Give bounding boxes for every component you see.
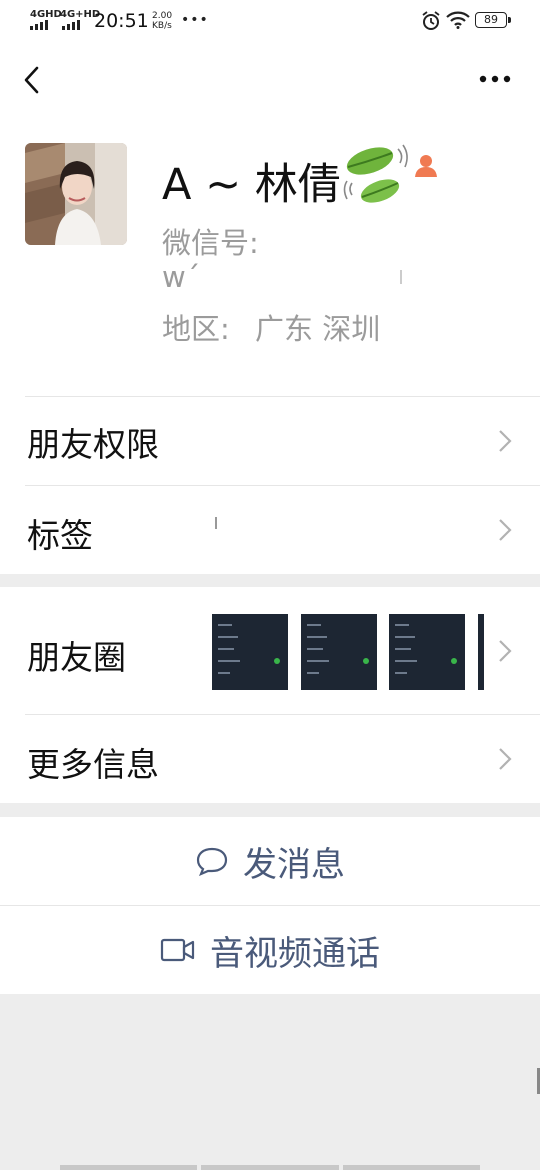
signal-icon <box>30 20 48 30</box>
leaf-emoji-icon <box>343 144 408 203</box>
more-info-row[interactable]: 更多信息 <box>0 714 540 803</box>
signal-icon-2 <box>62 20 80 30</box>
send-message-label: 发消息 <box>243 844 345 885</box>
moments-thumbnail[interactable] <box>212 614 288 690</box>
chevron-right-icon <box>499 748 512 770</box>
divider <box>25 396 540 397</box>
chevron-right-icon <box>499 640 512 662</box>
divider <box>25 485 540 486</box>
chat-bubble-icon <box>196 847 228 876</box>
more-info-label: 更多信息 <box>27 745 159 784</box>
region-label: 地区: <box>162 312 230 346</box>
status-bar: 4GHD 4G+HD 20:51 2.00 KB/s ••• 89 <box>0 0 540 44</box>
video-call-button[interactable]: 音视频通话 <box>0 906 540 994</box>
person-icon <box>415 155 437 177</box>
chevron-right-icon <box>499 519 512 541</box>
chevron-right-icon <box>499 430 512 452</box>
wechat-id-value: w´ <box>162 260 201 294</box>
video-camera-icon <box>160 938 195 962</box>
more-options-icon[interactable] <box>478 74 512 84</box>
moments-thumbnail[interactable] <box>389 614 465 690</box>
moments-row[interactable]: 朋友圈 <box>0 587 540 714</box>
video-call-label: 音视频通话 <box>210 933 380 974</box>
avatar-photo <box>25 143 127 245</box>
friend-permissions-label: 朋友权限 <box>27 425 159 464</box>
tags-label: 标签 <box>27 516 93 555</box>
network-label-1: 4GHD <box>30 9 62 20</box>
battery-icon: 89 <box>475 12 511 28</box>
friend-permissions-row[interactable]: 朋友权限 <box>0 396 540 485</box>
region-value: 广东 深圳 <box>255 312 381 346</box>
speed-value: 2.00 <box>152 11 173 21</box>
clock-time: 20:51 <box>94 10 149 32</box>
profile-name: A ~ 林倩 <box>162 160 341 210</box>
tags-cursor-mark <box>215 517 217 529</box>
cursor-mark <box>400 270 402 284</box>
wifi-icon <box>446 11 470 29</box>
bottom-nav-hint <box>60 1165 480 1170</box>
wechat-id-label: 微信号: <box>162 226 259 260</box>
tags-row[interactable]: 标签 <box>0 485 540 574</box>
alarm-icon <box>422 11 440 30</box>
send-message-button[interactable]: 发消息 <box>0 817 540 905</box>
moments-thumbnail-partial[interactable] <box>478 614 484 690</box>
avatar[interactable] <box>25 143 127 245</box>
network-speed: 2.00 KB/s <box>152 11 172 31</box>
divider <box>25 714 540 715</box>
back-arrow-icon[interactable] <box>22 66 42 94</box>
moments-thumbnail[interactable] <box>301 614 377 690</box>
speed-unit: KB/s <box>152 21 172 31</box>
status-more-dots: ••• <box>181 12 209 28</box>
moments-label: 朋友圈 <box>27 638 126 677</box>
